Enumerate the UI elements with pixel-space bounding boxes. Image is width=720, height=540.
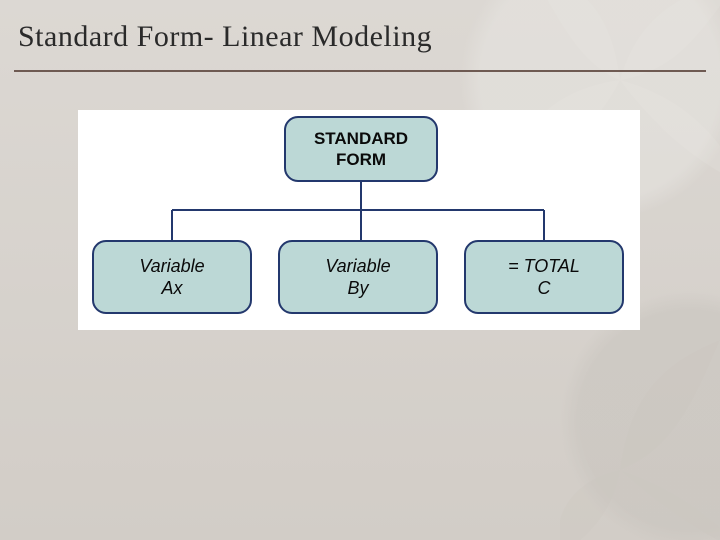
- node-root: STANDARD FORM: [284, 116, 438, 182]
- node-child-line1: Variable: [94, 255, 250, 278]
- node-child-line1: Variable: [280, 255, 436, 278]
- diagram-panel: STANDARD FORM Variable Ax Variable By = …: [78, 110, 640, 330]
- node-root-line1: STANDARD: [286, 128, 436, 149]
- node-root-line2: FORM: [286, 149, 436, 170]
- leaf-decor-bottom: [560, 330, 720, 540]
- node-variable-ax: Variable Ax: [92, 240, 252, 314]
- node-child-line2: C: [466, 277, 622, 300]
- node-total-c: = TOTAL C: [464, 240, 624, 314]
- node-child-line2: By: [280, 277, 436, 300]
- page-title: Standard Form- Linear Modeling: [18, 20, 432, 54]
- node-child-line1: = TOTAL: [466, 255, 622, 278]
- title-underline: [14, 70, 706, 72]
- node-child-line2: Ax: [94, 277, 250, 300]
- node-variable-by: Variable By: [278, 240, 438, 314]
- slide: Standard Form- Linear Modeling STANDARD …: [0, 0, 720, 540]
